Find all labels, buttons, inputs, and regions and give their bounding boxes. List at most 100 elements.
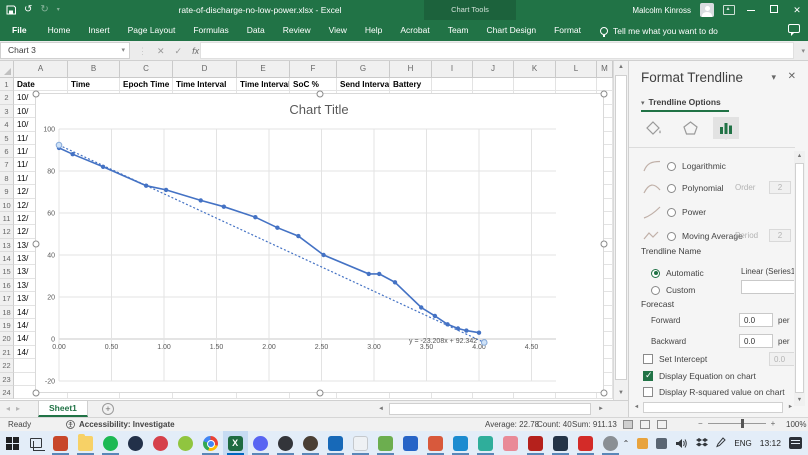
horizontal-scroll-thumb[interactable] <box>389 403 591 415</box>
data-point-marker[interactable] <box>367 272 371 276</box>
notepad-taskbar-button[interactable] <box>348 431 373 455</box>
chart-title[interactable]: Chart Title <box>289 102 348 117</box>
row-header-13[interactable]: 13 <box>0 239 14 252</box>
photo-editor-taskbar-button[interactable] <box>373 431 398 455</box>
trendline-endpoint-handle[interactable] <box>56 142 62 148</box>
data-point-marker[interactable] <box>377 272 381 276</box>
zoom-out-icon[interactable]: − <box>698 419 703 428</box>
page-layout-view-icon[interactable] <box>640 420 650 429</box>
comments-icon[interactable] <box>788 24 800 33</box>
row-header-10[interactable]: 10 <box>0 199 14 212</box>
cell-j1[interactable] <box>473 78 514 91</box>
restore-button[interactable] <box>767 5 781 15</box>
chart-handle[interactable] <box>33 91 40 98</box>
trendline-endpoint-handle[interactable] <box>481 340 487 346</box>
qat-customize-icon[interactable]: ▾ <box>57 7 60 13</box>
radio-moving-average[interactable] <box>667 232 676 241</box>
cell-e1[interactable]: Time Interval <box>237 78 290 91</box>
cell-c1[interactable]: Epoch Time <box>120 78 173 91</box>
row-header-22[interactable]: 22 <box>0 359 14 372</box>
column-header-i[interactable]: I <box>432 61 473 78</box>
tray-screen-icon[interactable] <box>637 438 648 449</box>
vertical-scrollbar[interactable]: ▲ ▼ <box>613 61 628 400</box>
row-header-3[interactable]: 3 <box>0 105 14 118</box>
ribbon-tab-acrobat[interactable]: Acrobat <box>391 20 438 41</box>
data-point-marker[interactable] <box>253 215 257 219</box>
task-view-button[interactable] <box>25 431 48 455</box>
data-point-marker[interactable] <box>164 188 168 192</box>
name-box[interactable]: Chart 3 ▾ <box>0 42 130 59</box>
vscode-taskbar-button[interactable] <box>448 431 473 455</box>
column-header-a[interactable]: A <box>14 61 68 78</box>
postman-taskbar-button[interactable] <box>498 431 523 455</box>
column-header-h[interactable]: H <box>390 61 432 78</box>
vertical-scroll-thumb[interactable] <box>615 75 627 380</box>
ribbon-tab-page-layout[interactable]: Page Layout <box>119 20 185 41</box>
pane-scroll-up-icon[interactable]: ▲ <box>794 151 805 162</box>
row-header-17[interactable]: 17 <box>0 292 14 305</box>
name-box-dropdown-icon[interactable]: ▾ <box>121 43 125 58</box>
row-header-24[interactable]: 24 <box>0 386 14 399</box>
column-header-m[interactable]: M <box>597 61 613 78</box>
custom-name-input[interactable] <box>741 280 797 294</box>
trendline-option-polynomial[interactable]: Polynomial <box>643 179 724 197</box>
undo-icon[interactable]: ↺ <box>24 5 32 15</box>
outlook-taskbar-button[interactable] <box>323 431 348 455</box>
cell-b1[interactable]: Time <box>68 78 120 91</box>
cell-m1[interactable] <box>597 78 613 91</box>
radio-custom[interactable] <box>651 286 660 295</box>
row-header-16[interactable]: 16 <box>0 279 14 292</box>
radio-polynomial[interactable] <box>667 184 676 193</box>
tray-battery-icon[interactable] <box>656 438 667 449</box>
horizontal-scrollbar[interactable]: ◄ ► <box>375 403 607 416</box>
pane-horizontal-scrollbar[interactable]: ◄ ► <box>631 402 796 414</box>
scroll-left-icon[interactable]: ◄ <box>375 403 387 415</box>
user-avatar[interactable] <box>700 3 714 17</box>
column-header-j[interactable]: J <box>473 61 514 78</box>
set-intercept-checkbox[interactable] <box>643 354 653 364</box>
row-header-7[interactable]: 7 <box>0 158 14 171</box>
cancel-formula-icon[interactable]: ✕ <box>157 46 165 57</box>
radio-power[interactable] <box>667 208 676 217</box>
cell-i1[interactable] <box>432 78 473 91</box>
discord-taskbar-button[interactable] <box>248 431 273 455</box>
vault-app-taskbar-button[interactable] <box>548 431 573 455</box>
settings-taskbar-button[interactable] <box>598 431 623 455</box>
ribbon-display-options-icon[interactable] <box>723 5 735 15</box>
trendline-option-power[interactable]: Power <box>643 203 706 221</box>
new-sheet-icon[interactable]: + <box>102 403 114 415</box>
column-header-c[interactable]: C <box>120 61 173 78</box>
chart-handle[interactable] <box>601 91 608 98</box>
row-header-2[interactable]: 2 <box>0 91 14 104</box>
cell-g1[interactable]: Send Interval <box>337 78 390 91</box>
insert-function-icon[interactable]: fx <box>192 46 199 56</box>
notification-center-icon[interactable] <box>789 437 802 449</box>
page-break-view-icon[interactable] <box>657 420 667 429</box>
data-point-marker[interactable] <box>199 198 203 202</box>
row-header-23[interactable]: 23 <box>0 373 14 386</box>
movies-app-taskbar-button[interactable] <box>398 431 423 455</box>
row-header-19[interactable]: 19 <box>0 319 14 332</box>
normal-view-icon[interactable] <box>623 420 633 429</box>
row-header-12[interactable]: 12 <box>0 225 14 238</box>
trendline-options-section[interactable]: ▾Trendline Options <box>641 97 721 107</box>
data-point-marker[interactable] <box>464 328 468 332</box>
hidden-icons-chevron[interactable]: ⌃ <box>623 439 630 448</box>
row-header-18[interactable]: 18 <box>0 306 14 319</box>
cell-k1[interactable] <box>514 78 556 91</box>
backward-input[interactable]: 0.0 <box>739 334 773 348</box>
pane-close-icon[interactable]: ✕ <box>788 71 796 82</box>
sharex-taskbar-button[interactable] <box>173 431 198 455</box>
zoom-thumb[interactable] <box>741 419 744 428</box>
data-point-marker[interactable] <box>222 205 226 209</box>
chart-object[interactable]: -200204060801000.000.501.001.502.002.503… <box>35 93 604 393</box>
chart-handle[interactable] <box>601 390 608 397</box>
forward-input[interactable]: 0.0 <box>739 313 773 327</box>
tell-me-box[interactable]: Tell me what you want to do <box>590 20 728 41</box>
data-point-marker[interactable] <box>477 331 481 335</box>
chart-handle[interactable] <box>33 390 40 397</box>
zoom-level[interactable]: 100% <box>786 420 806 429</box>
ribbon-tab-help[interactable]: Help <box>356 20 391 41</box>
display-r-squared-option[interactable]: Display R-squared value on chart <box>643 387 785 397</box>
column-header-e[interactable]: E <box>237 61 290 78</box>
